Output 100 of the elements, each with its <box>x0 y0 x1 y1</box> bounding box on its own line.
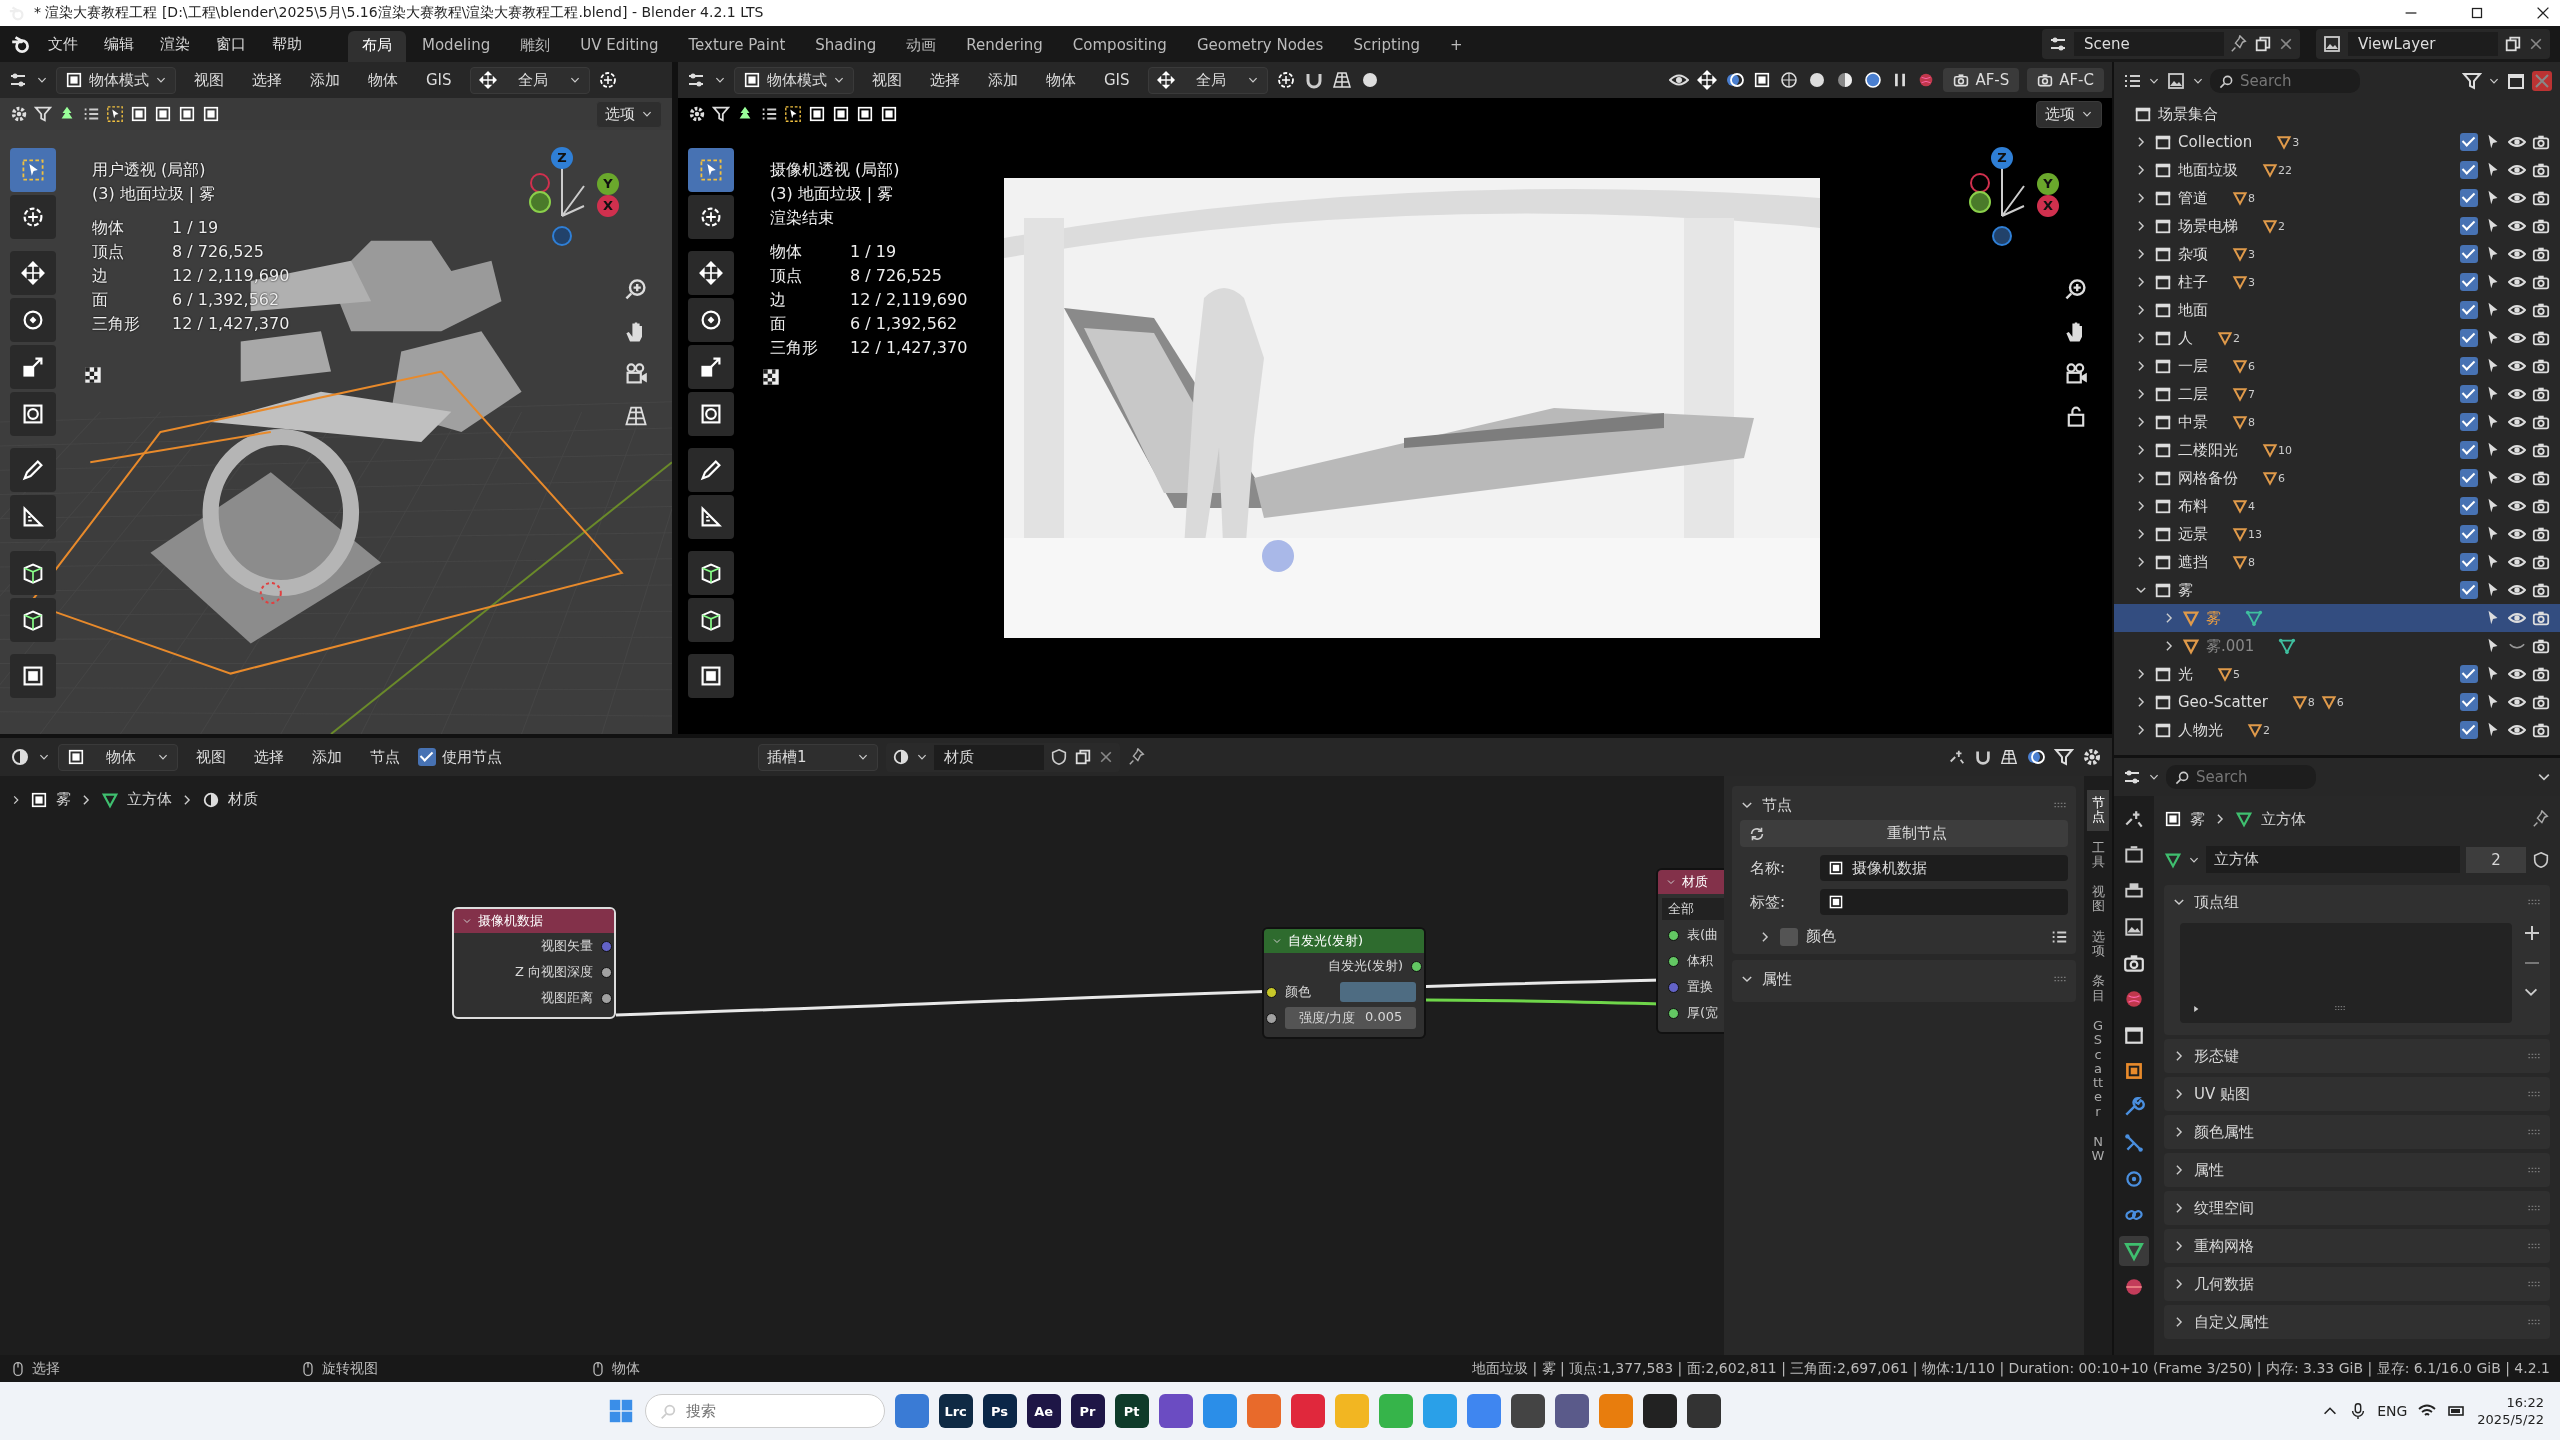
menu-item[interactable]: 物体 <box>358 67 408 93</box>
tree-item[interactable]: 二层 <box>2178 384 2208 404</box>
sidebar-tab[interactable]: 节点 <box>2087 790 2109 831</box>
stat-value: 6 / 1,392,562 <box>850 313 959 335</box>
menu-item[interactable]: 窗口 <box>206 31 256 57</box>
use-nodes-checkbox[interactable]: 使用节点 <box>418 747 502 767</box>
stat-value: 12 / 2,119,690 <box>172 265 290 287</box>
tree-item[interactable]: 杂项 <box>2178 244 2208 264</box>
tree-item[interactable]: 地面垃圾 <box>2178 160 2238 180</box>
menu-item[interactable]: 视图 <box>862 67 912 93</box>
tree-item[interactable]: 光 <box>2178 664 2193 684</box>
value-field[interactable]: 强度/力度 0.005 <box>1285 1007 1416 1029</box>
target-dropdown[interactable]: 全部 <box>1662 898 1724 920</box>
workspace-tab[interactable]: Modeling <box>408 31 505 62</box>
workspace-tab[interactable]: 雕刻 <box>506 31 565 62</box>
workspace-tab[interactable]: 动画 <box>892 31 951 62</box>
menu-item[interactable]: 节点 <box>360 744 410 770</box>
workspace-tab[interactable]: Texture Paint <box>674 31 800 62</box>
menu-item[interactable]: 编辑 <box>94 31 144 57</box>
tree-item[interactable]: 雾 <box>2206 608 2221 628</box>
tree-item[interactable]: Collection <box>2178 133 2253 151</box>
menu-item[interactable]: 物体 <box>1036 67 1086 93</box>
sidebar-tab[interactable]: 视图 <box>2091 879 2105 920</box>
tree-item[interactable]: 雾.001 <box>2206 636 2255 656</box>
tree-item[interactable]: 雾 <box>2178 580 2193 600</box>
view-layer-field[interactable]: ViewLayer <box>2348 32 2498 56</box>
menu-item[interactable]: 选择 <box>244 744 294 770</box>
menu-item[interactable]: 文件 <box>38 31 88 57</box>
workspace-tab[interactable]: Compositing <box>1058 31 1181 62</box>
menu-item[interactable]: 渲染 <box>150 31 200 57</box>
tree-item[interactable]: 地面 <box>2178 300 2208 320</box>
tree-item[interactable]: 人 <box>2178 328 2193 348</box>
node-card[interactable]: 摄像机数据 视图矢量 Z 向视图深度 视图距离 <box>452 907 616 1019</box>
sidebar-tab[interactable]: 工具 <box>2091 834 2105 876</box>
reset-node-button[interactable]: 重制节点 <box>1740 820 2068 847</box>
focus-button[interactable]: AF-S <box>1943 68 2020 92</box>
sidebar-tab[interactable]: 选项 <box>2091 923 2105 965</box>
workspace-tab[interactable]: Rendering <box>952 31 1057 62</box>
app-icon[interactable]: Lrc <box>938 1394 973 1428</box>
stat-label: 边 <box>770 289 787 311</box>
tree-item[interactable]: 远景 <box>2178 524 2208 544</box>
tree-item[interactable]: 网格备份 <box>2178 468 2238 488</box>
workspace-tab[interactable]: Geometry Nodes <box>1182 31 1338 62</box>
text-field[interactable]: 摄像机数据 <box>1820 855 2068 881</box>
sidebar-tab[interactable]: 条目 <box>2091 968 2105 1009</box>
language-indicator[interactable]: ENG <box>2377 1403 2408 1419</box>
name-field[interactable]: 立方体 <box>2206 846 2460 873</box>
menu-item[interactable]: 视图 <box>184 67 234 93</box>
field-label: 名称: <box>1749 858 1787 878</box>
tree-item[interactable]: 场景集合 <box>2158 104 2218 124</box>
clock-date[interactable]: 2025/5/22 <box>2477 1411 2544 1428</box>
node-card[interactable]: 材质 全部 表(曲 体积 置换 厚(宽 <box>1656 868 1724 1034</box>
mode-dropdown[interactable]: 物体模式 <box>734 66 854 94</box>
menu-item[interactable]: 选择 <box>920 67 970 93</box>
tree-item[interactable]: 场景电梯 <box>2178 216 2238 236</box>
menu-item[interactable]: 视图 <box>186 744 236 770</box>
tree-item[interactable]: 人物光 <box>2178 720 2223 740</box>
focus-button[interactable]: AF-C <box>2027 68 2104 92</box>
tree-item[interactable]: Geo-Scatter <box>2178 693 2268 711</box>
workspace-tab[interactable]: Shading <box>801 31 891 62</box>
stat-value: 12 / 2,119,690 <box>850 289 968 311</box>
search-field[interactable]: Search <box>2166 765 2316 789</box>
orientation-dropdown[interactable]: 全局 <box>469 66 590 94</box>
tree-item[interactable]: 中景 <box>2178 412 2208 432</box>
menu-item[interactable]: 选择 <box>242 67 292 93</box>
mode-dropdown[interactable]: 物体模式 <box>56 66 176 94</box>
tree-item[interactable]: 遮挡 <box>2178 552 2208 572</box>
user-count[interactable]: 2 <box>2466 846 2526 873</box>
scene-field[interactable]: Scene <box>2074 32 2224 56</box>
workspace-tab[interactable]: 布局 <box>348 31 406 62</box>
tree-item[interactable]: 二楼阳光 <box>2178 440 2238 460</box>
search-field[interactable]: 搜索 <box>644 1394 885 1428</box>
add-workspace-button[interactable]: + <box>1436 31 1477 62</box>
options-dropdown[interactable]: 选项 <box>596 100 662 128</box>
orientation-dropdown[interactable]: 全局 <box>1147 66 1268 94</box>
material-field[interactable]: 材质 <box>934 744 1044 770</box>
sidebar-tab[interactable]: GScatter <box>2091 1012 2105 1126</box>
tree-item[interactable]: 柱子 <box>2178 272 2208 292</box>
options-dropdown[interactable]: 选项 <box>2036 100 2102 128</box>
menu-item[interactable]: 添加 <box>978 67 1028 93</box>
clock-time[interactable]: 16:22 <box>2506 1394 2544 1411</box>
workspace-tab[interactable]: UV Editing <box>566 31 673 62</box>
menu-item[interactable]: GIS <box>416 68 462 92</box>
search-field[interactable]: Search <box>2210 69 2360 93</box>
menu-item[interactable]: 帮助 <box>262 31 312 57</box>
app-icon[interactable]: Pt <box>1114 1394 1149 1428</box>
tree-item[interactable]: 布料 <box>2178 496 2208 516</box>
app-icon[interactable]: Ae <box>1026 1394 1061 1428</box>
tree-item[interactable]: 一层 <box>2178 356 2208 376</box>
node-card[interactable]: 自发光(发射) 自发光(发射) 颜色 强度/力度 0.005 <box>1262 927 1426 1039</box>
menu-item[interactable]: 添加 <box>300 67 350 93</box>
menu-item[interactable]: GIS <box>1094 68 1140 92</box>
app-icon[interactable]: Ps <box>982 1394 1017 1428</box>
sidebar-tab[interactable]: NW <box>2091 1129 2105 1170</box>
workspace-tab[interactable]: Scripting <box>1339 31 1435 62</box>
tree-item[interactable]: 管道 <box>2178 188 2208 208</box>
type-dropdown[interactable]: 物体 <box>58 743 178 771</box>
app-icon[interactable]: Pr <box>1070 1394 1105 1428</box>
slot-dropdown[interactable]: 插槽1 <box>758 743 878 771</box>
menu-item[interactable]: 添加 <box>302 744 352 770</box>
